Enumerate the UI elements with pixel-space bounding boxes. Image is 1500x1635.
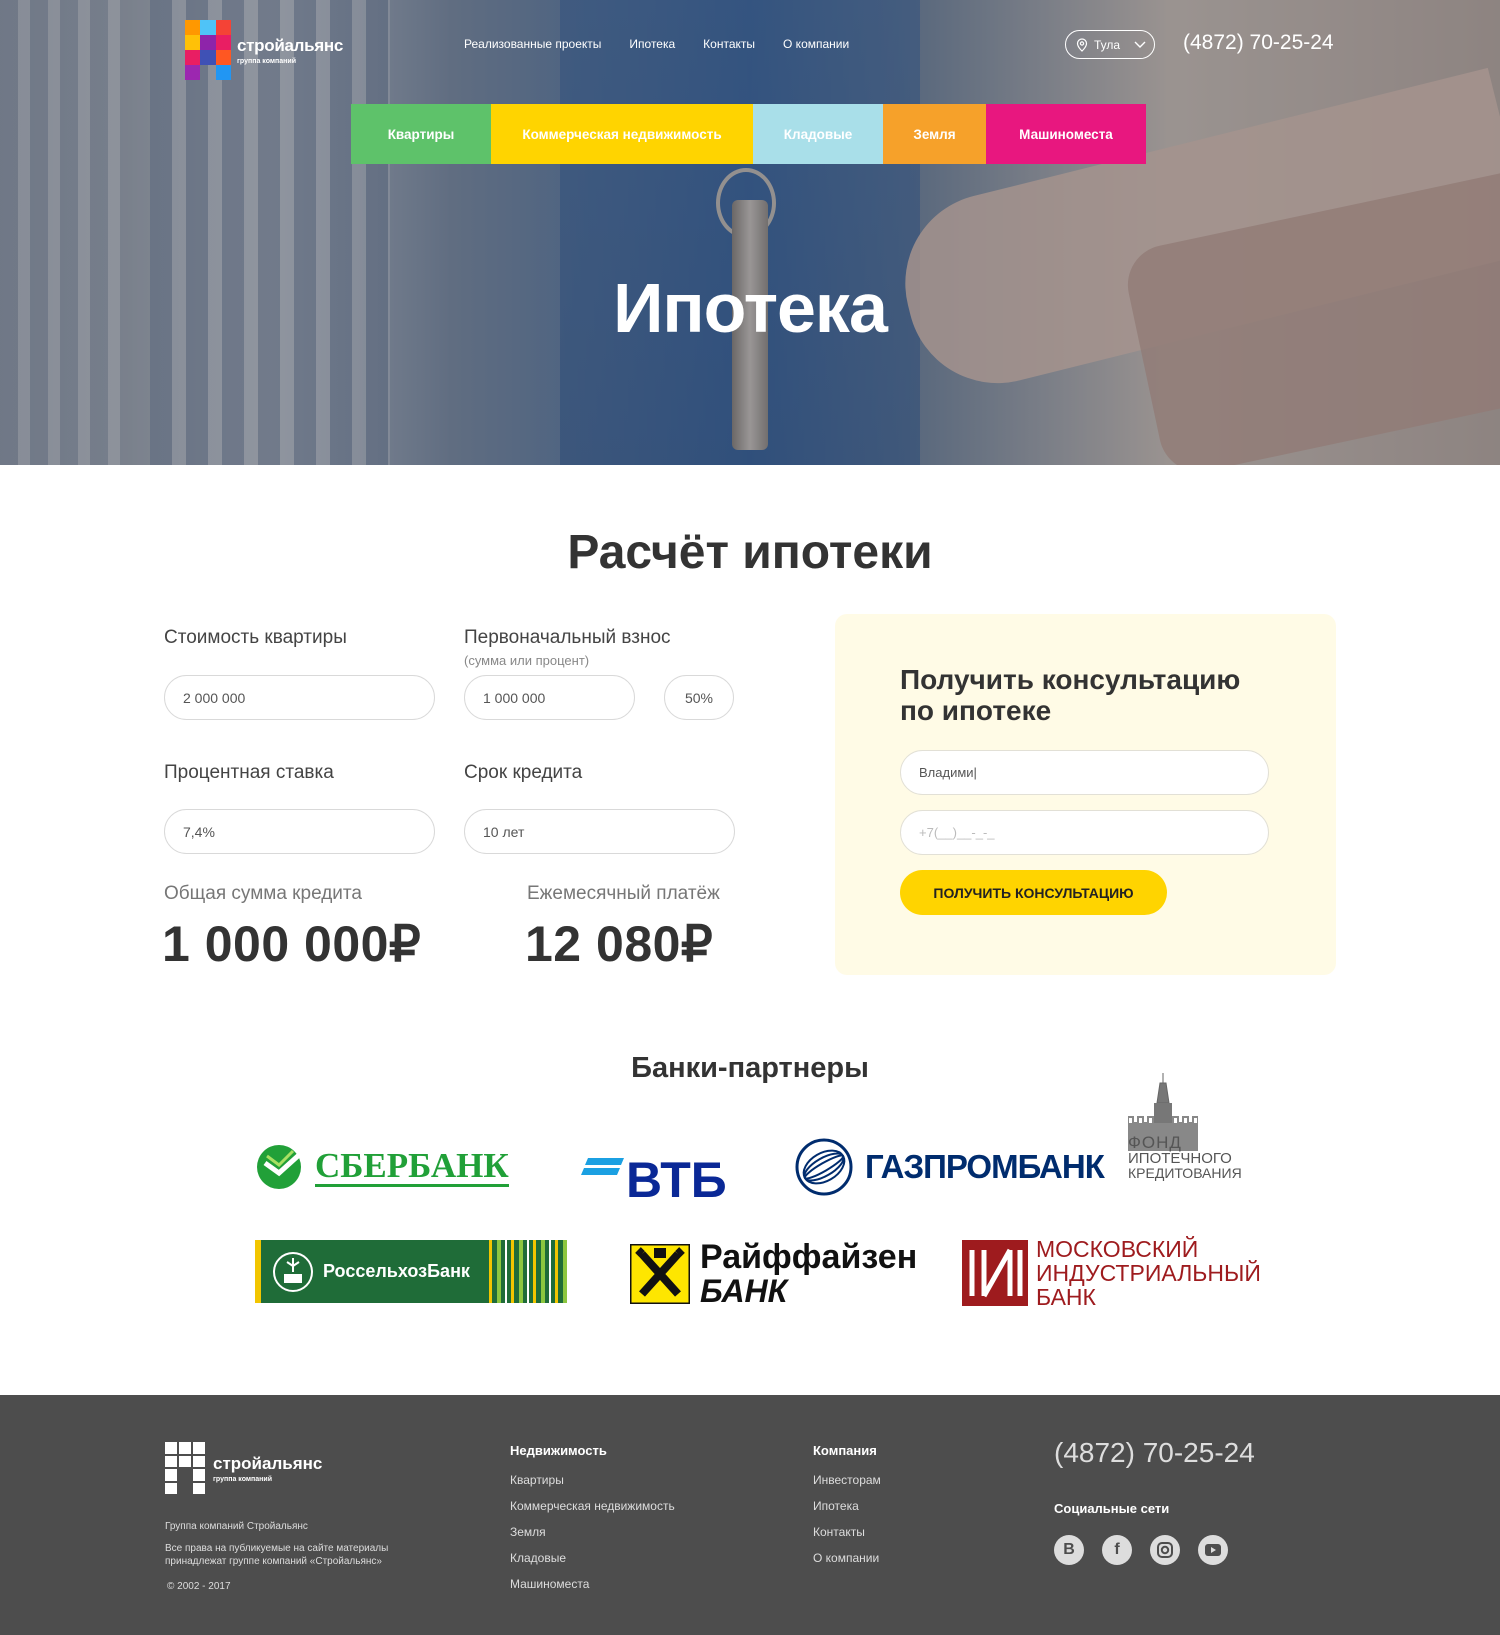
footer-link-commercial[interactable]: Коммерческая недвижимость [510, 1499, 675, 1513]
footer-link-contacts[interactable]: Контакты [813, 1525, 865, 1539]
footer-link-mortgage[interactable]: Ипотека [813, 1499, 859, 1513]
gazprombank-globe-icon [795, 1138, 853, 1196]
rate-label: Процентная ставка [164, 762, 334, 783]
top-nav: Реализованные проекты Ипотека Контакты О… [464, 37, 849, 51]
price-label: Стоимость квартиры [164, 627, 347, 648]
sberbank-logo-icon [257, 1145, 301, 1189]
footer-logo[interactable]: стройальянс группа компаний [165, 1442, 322, 1494]
instagram-icon[interactable] [1150, 1535, 1180, 1565]
phone-input[interactable]: +7(__)__-_-_ [900, 810, 1269, 855]
sberbank-name: СБЕРБАНК [315, 1145, 509, 1187]
rosselhozbank-emblem-icon [273, 1251, 313, 1292]
city-name: Тула [1094, 37, 1121, 52]
footer-logo-icon [165, 1442, 205, 1494]
location-pin-icon [1076, 37, 1088, 52]
footer-link-storage[interactable]: Кладовые [510, 1551, 566, 1565]
nav-about[interactable]: О компании [783, 37, 849, 51]
footer-link-apartments[interactable]: Квартиры [510, 1473, 564, 1487]
footer-realty-title: Недвижимость [510, 1443, 607, 1458]
logo-name: стройальянс [237, 35, 344, 55]
gazprombank-name: ГАЗПРОМБАНК [865, 1148, 1105, 1185]
bank-rosselhozbank[interactable]: РоссельхозБанк [255, 1240, 567, 1303]
city-select[interactable]: Тула [1065, 30, 1155, 59]
footer-link-land[interactable]: Земля [510, 1525, 546, 1539]
footer-link-investors[interactable]: Инвесторам [813, 1473, 881, 1487]
footer-rights: Все права на публикуемые на сайте матери… [165, 1543, 389, 1567]
monthly-label: Ежемесячный платёж [527, 883, 720, 904]
social-title: Социальные сети [1054, 1501, 1170, 1516]
bank-sberbank[interactable]: СБЕРБАНК [255, 1143, 509, 1191]
consult-form: Получить консультацию по ипотеке Владими… [835, 614, 1336, 975]
consult-button[interactable]: ПОЛУЧИТЬ КОНСУЛЬТАЦИЮ [900, 870, 1167, 915]
bank-vtb[interactable]: ВТБ [580, 1137, 727, 1209]
rate-input[interactable]: 7,4% [164, 809, 435, 854]
name-input[interactable]: Владими| [900, 750, 1269, 795]
nav-projects[interactable]: Реализованные проекты [464, 37, 601, 51]
youtube-icon[interactable] [1198, 1535, 1228, 1565]
header-phone[interactable]: (4872) 70-25-24 [1183, 31, 1334, 55]
vk-icon[interactable]: B [1054, 1535, 1084, 1565]
raiffeisen-line-1: Райффайзен [700, 1238, 918, 1276]
category-tabs: Квартиры Коммерческая недвижимость Кладо… [351, 104, 1146, 164]
logo-icon [185, 20, 231, 80]
fond-line-2: ИПОТЕЧНОГО [1128, 1150, 1232, 1167]
footer-company-title: Компания [813, 1443, 877, 1458]
nav-contacts[interactable]: Контакты [703, 37, 755, 51]
tab-parking[interactable]: Машиноместа [986, 104, 1146, 164]
fond-line-1: ФОНД [1128, 1133, 1182, 1152]
chevron-down-icon [1134, 41, 1146, 48]
raiffeisen-line-2: БАНК [700, 1273, 788, 1309]
banks-title: Банки-партнеры [631, 1052, 869, 1084]
page-title: Ипотека [613, 269, 888, 347]
footer-copyright: © 2002 - 2017 [167, 1581, 231, 1592]
mib-line-3: БАНК [1036, 1284, 1096, 1310]
down-payment-hint: (сумма или процент) [464, 653, 590, 668]
bank-fond[interactable]: ФОНД ИПОТЕЧНОГО КРЕДИТОВАНИЯ [1128, 1073, 1242, 1180]
bank-mib[interactable]: МОСКОВСКИЙ ИНДУСТРИАЛЬНЫЙ БАНК [962, 1237, 1261, 1309]
footer-logo-name: стройальянс [213, 1453, 323, 1473]
footer-company: Группа компаний Стройальянс [165, 1521, 308, 1532]
mib-logo-icon [962, 1240, 1028, 1306]
mib-line-2: ИНДУСТРИАЛЬНЫЙ [1036, 1260, 1261, 1286]
down-payment-percent[interactable]: 50% [664, 675, 734, 720]
footer-link-about[interactable]: О компании [813, 1551, 879, 1565]
calc-title: Расчёт ипотеки [567, 526, 933, 579]
price-input[interactable]: 2 000 000 [164, 675, 435, 720]
vtb-name: ВТБ [626, 1152, 727, 1208]
tab-land[interactable]: Земля [883, 104, 986, 164]
facebook-icon[interactable]: f [1102, 1535, 1132, 1565]
term-label: Срок кредита [464, 762, 583, 783]
down-payment-input[interactable]: 1 000 000 [464, 675, 635, 720]
rosselhozbank-name: РоссельхозБанк [323, 1261, 470, 1281]
site-logo[interactable]: стройальянс группа компаний [185, 20, 343, 80]
bank-gazprombank[interactable]: ГАЗПРОМБАНК [795, 1138, 1105, 1196]
total-value: 1 000 000₽ [162, 916, 422, 972]
footer: стройальянс группа компаний Группа компа… [0, 1395, 1500, 1635]
tab-commercial[interactable]: Коммерческая недвижимость [491, 104, 753, 164]
monthly-value: 12 080₽ [525, 916, 714, 972]
fond-line-3: КРЕДИТОВАНИЯ [1128, 1165, 1242, 1181]
footer-phone[interactable]: (4872) 70-25-24 [1054, 1437, 1255, 1469]
bank-raiffeisen[interactable]: Райффайзен БАНК [630, 1240, 917, 1308]
tab-storage[interactable]: Кладовые [753, 104, 883, 164]
raiffeisen-logo-icon [630, 1244, 690, 1304]
logo-sub: группа компаний [237, 57, 297, 65]
vtb-stripes-icon [581, 1158, 624, 1175]
down-payment-label: Первоначальный взнос [464, 627, 671, 648]
nav-mortgage[interactable]: Ипотека [629, 37, 675, 51]
footer-link-parking[interactable]: Машиноместа [510, 1577, 589, 1591]
total-label: Общая сумма кредита [164, 883, 362, 904]
consult-title: Получить консультацию по ипотеке [900, 664, 1241, 726]
tab-apartments[interactable]: Квартиры [351, 104, 491, 164]
mib-line-1: МОСКОВСКИЙ [1036, 1236, 1199, 1262]
term-input[interactable]: 10 лет [464, 809, 735, 854]
footer-logo-sub: группа компаний [213, 1475, 273, 1483]
